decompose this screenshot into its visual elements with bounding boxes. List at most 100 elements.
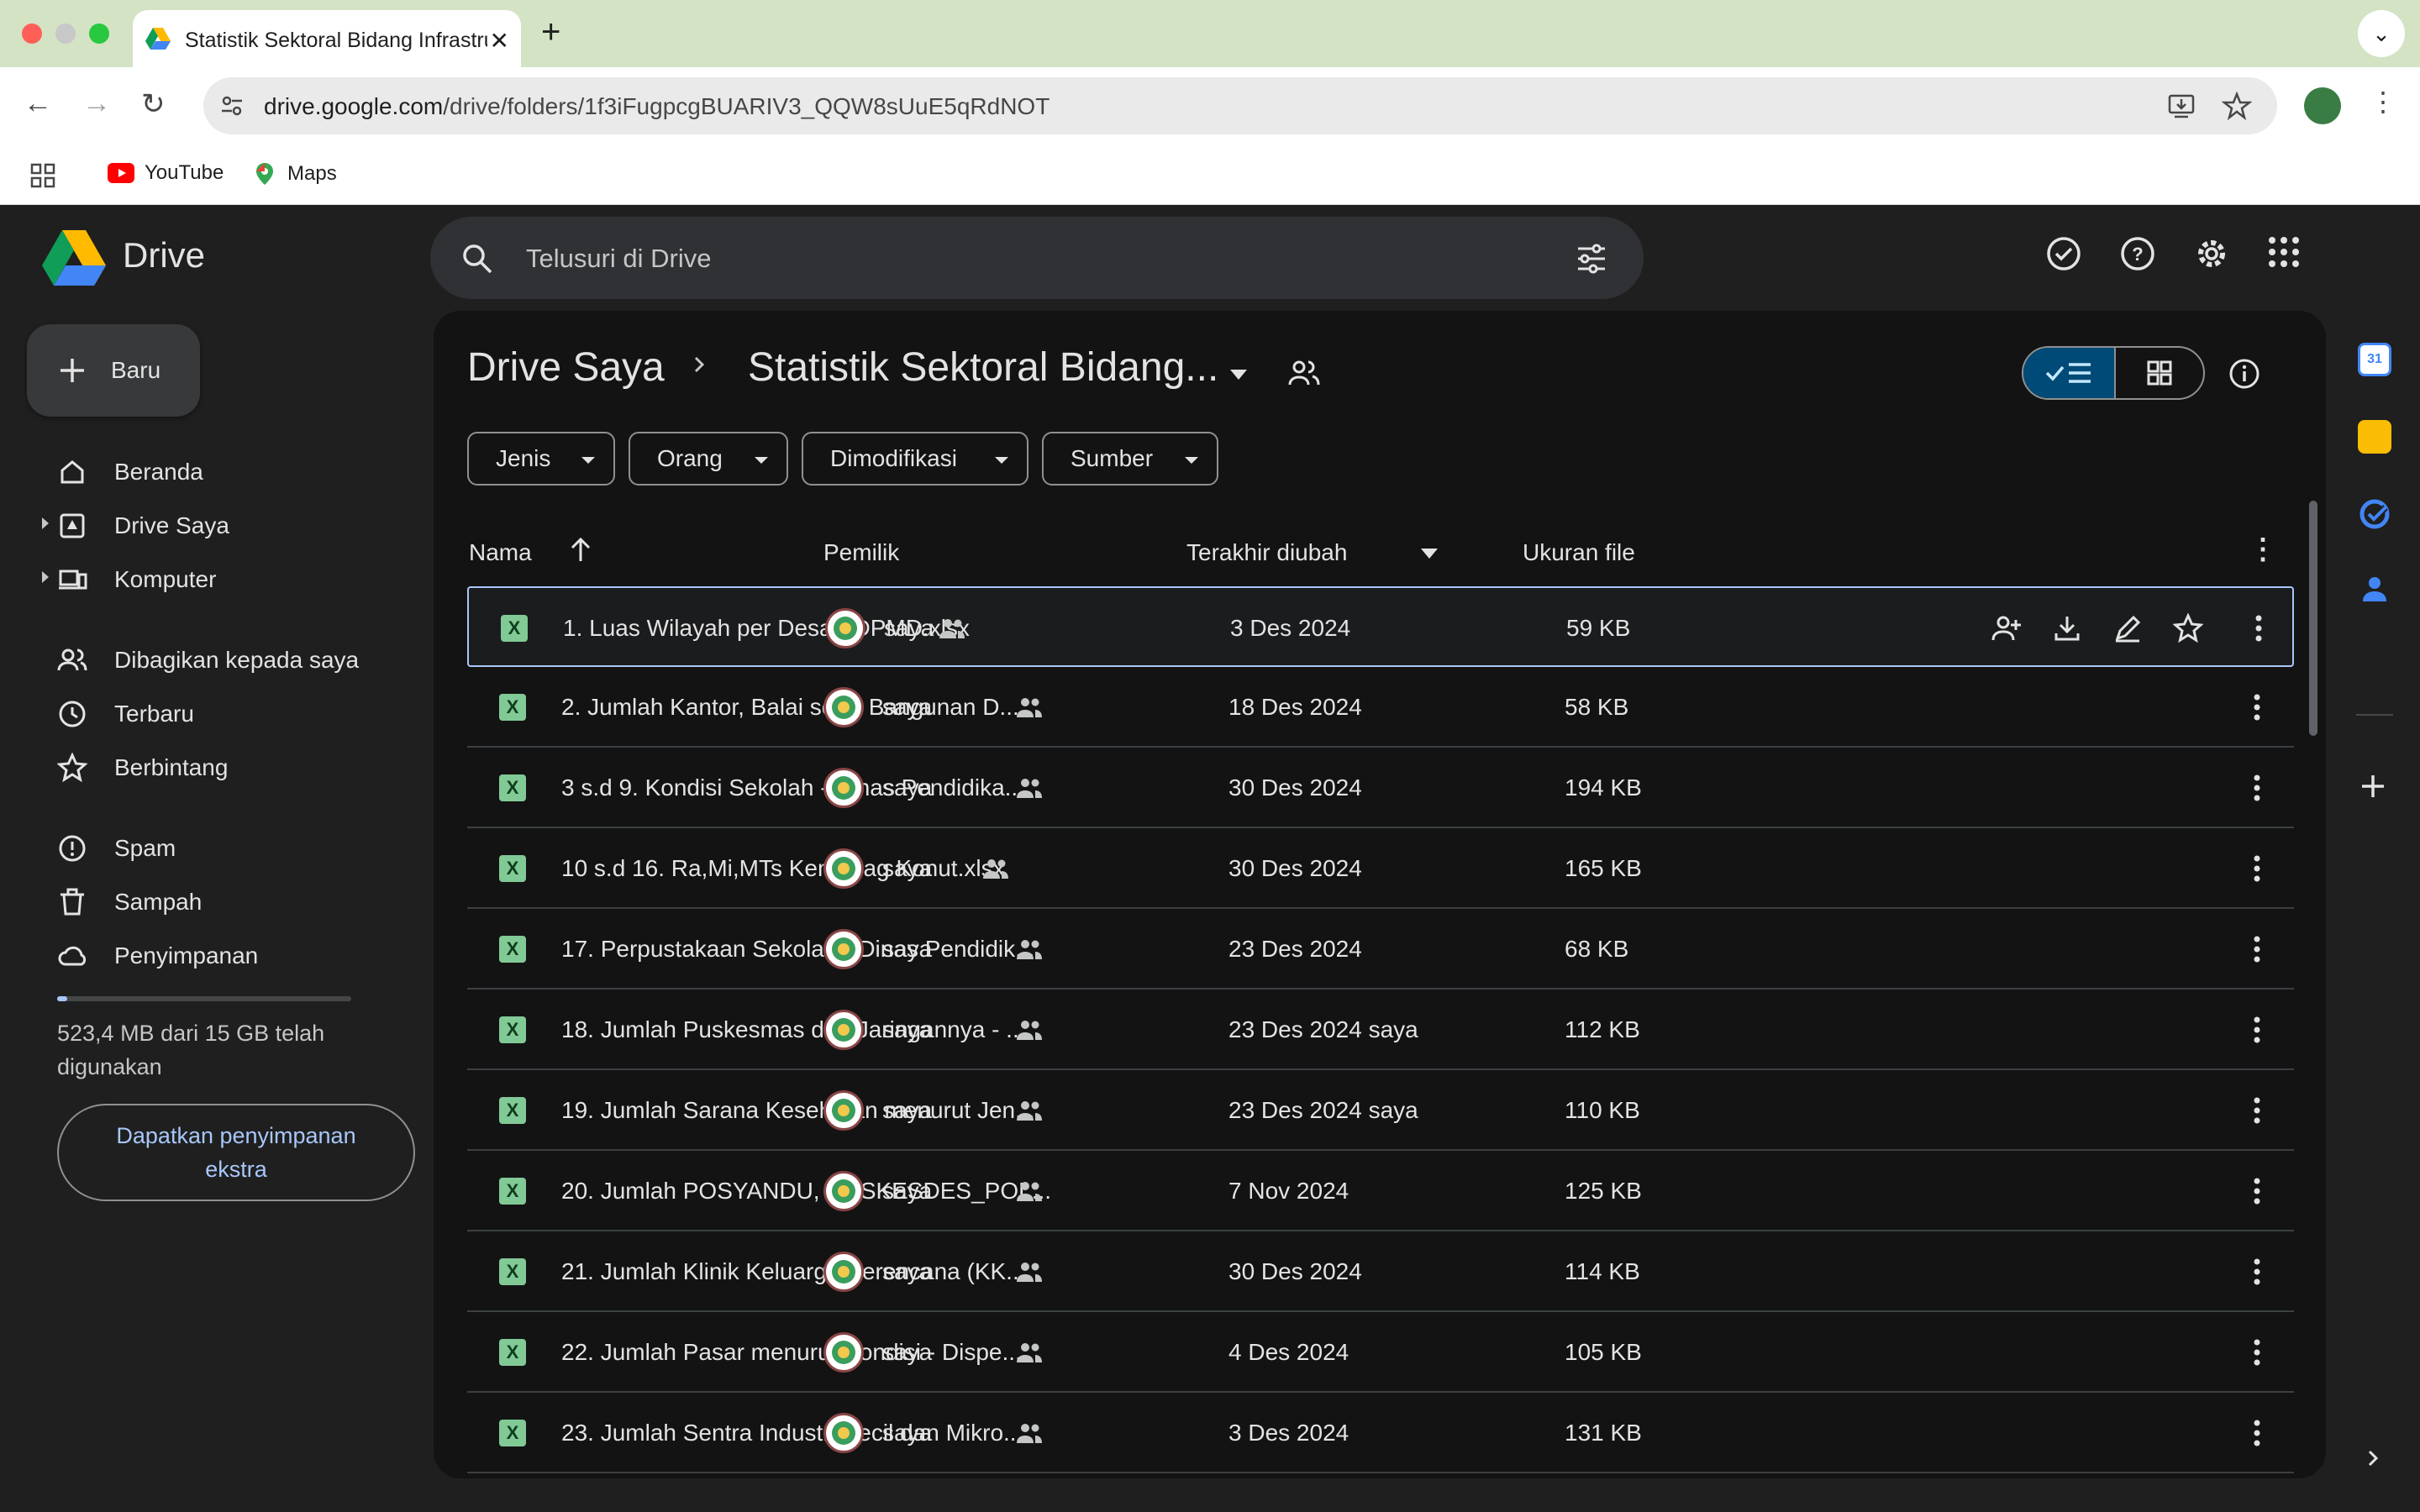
- google-apps-icon[interactable]: [2267, 235, 2301, 269]
- file-row[interactable]: X 23. Jumlah Sentra Industri Kecil dan Mi…: [467, 1393, 2294, 1473]
- view-toggle[interactable]: [2022, 346, 2205, 400]
- file-name[interactable]: 18. Jumlah Puskesmas dan Jaringannya - .…: [561, 1016, 1026, 1043]
- filter-sumber[interactable]: Sumber: [1042, 432, 1218, 486]
- file-name[interactable]: 22. Jumlah Pasar menurut Kondisi - Dispe…: [561, 1339, 1022, 1366]
- more-actions-icon[interactable]: [2252, 853, 2262, 884]
- file-row[interactable]: X 21. Jumlah Klinik Keluarga Berencana (K…: [467, 1231, 2294, 1312]
- sidebar-item-drive-saya[interactable]: Drive Saya: [0, 499, 420, 551]
- install-app-icon[interactable]: [2166, 91, 2196, 121]
- more-actions-icon[interactable]: [2252, 934, 2262, 964]
- file-row[interactable]: X 2. Jumlah Kantor, Balai serta Bangunan …: [467, 667, 2294, 748]
- column-size-header[interactable]: Ukuran file: [1523, 539, 1635, 566]
- sidebar-item-penyimpanan[interactable]: Penyimpanan: [0, 929, 420, 981]
- sidebar-item-berbintang[interactable]: Berbintang: [0, 741, 420, 793]
- back-icon[interactable]: ←: [24, 87, 52, 120]
- more-actions-icon[interactable]: [2252, 773, 2262, 803]
- bookmark-youtube[interactable]: YouTube: [108, 161, 224, 185]
- file-row[interactable]: X 19. Jumlah Sarana Kesehatan menurut Jen…: [467, 1070, 2294, 1151]
- file-row[interactable]: X 17. Perpustakaan Sekolah - Dinas Pendid…: [467, 909, 2294, 990]
- browser-tab[interactable]: Statistik Sektoral Bidang Infrastruktur …: [133, 10, 521, 69]
- minimize-window-button[interactable]: [55, 24, 76, 44]
- search-icon[interactable]: [460, 242, 494, 276]
- sort-dropdown-icon[interactable]: [1420, 548, 1439, 559]
- column-name-header[interactable]: Nama: [469, 539, 532, 566]
- breadcrumb-root[interactable]: Drive Saya: [467, 344, 665, 391]
- sidebar-item-spam[interactable]: Spam: [0, 822, 420, 874]
- file-name[interactable]: 19. Jumlah Sarana Kesehatan menurut Jen.…: [561, 1097, 1034, 1124]
- sidebar-item-beranda[interactable]: Beranda: [0, 445, 420, 497]
- sidebar-item-sampah[interactable]: Sampah: [0, 875, 420, 927]
- more-actions-icon[interactable]: [2252, 692, 2262, 722]
- get-more-storage-button[interactable]: Dapatkan penyimpanan ekstra: [57, 1104, 415, 1201]
- drive-logo-text[interactable]: Drive: [123, 235, 205, 276]
- column-options-icon[interactable]: ⋮: [2249, 533, 2277, 566]
- tasks-icon[interactable]: [2358, 497, 2391, 531]
- file-name[interactable]: 17. Perpustakaan Sekolah - Dinas Pendidi…: [561, 936, 1034, 963]
- forward-icon[interactable]: →: [82, 87, 111, 120]
- expand-panel-icon[interactable]: [2363, 1448, 2383, 1468]
- file-name[interactable]: 21. Jumlah Klinik Keluarga Berencana (KK…: [561, 1258, 1026, 1285]
- breadcrumb-current-folder[interactable]: Statistik Sektoral Bidang...: [748, 344, 1218, 391]
- reload-icon[interactable]: ↻: [141, 87, 166, 121]
- drive-logo-icon[interactable]: [42, 230, 106, 286]
- tab-search-button[interactable]: ⌄: [2358, 10, 2405, 57]
- help-icon[interactable]: ?: [2119, 235, 2156, 272]
- info-icon[interactable]: [2228, 358, 2260, 390]
- shared-folder-icon[interactable]: [1287, 358, 1321, 388]
- close-tab-icon[interactable]: ✕: [490, 27, 509, 55]
- address-bar[interactable]: drive.google.com/drive/folders/1f3iFugpc…: [203, 77, 2277, 134]
- search-input[interactable]: Telusuri di Drive: [526, 244, 712, 274]
- search-bar[interactable]: Telusuri di Drive: [430, 217, 1644, 299]
- site-info-icon[interactable]: [217, 91, 247, 121]
- file-row[interactable]: X 10 s.d 16. Ra,Mi,MTs Kemenag Konut.xlsx…: [467, 828, 2294, 909]
- more-actions-icon[interactable]: [2252, 1176, 2262, 1206]
- folder-menu-dropdown-icon[interactable]: [1228, 368, 1249, 381]
- file-row[interactable]: X 22. Jumlah Pasar menurut Kondisi - Disp…: [467, 1312, 2294, 1393]
- column-modified-header[interactable]: Terakhir diubah: [1186, 539, 1347, 566]
- filter-dimodifikasi[interactable]: Dimodifikasi: [802, 432, 1028, 486]
- more-actions-icon[interactable]: [2254, 613, 2264, 643]
- more-actions-icon[interactable]: [2252, 1257, 2262, 1287]
- bookmark-star-icon[interactable]: [2222, 91, 2252, 121]
- grid-view-button[interactable]: [2114, 348, 2203, 398]
- rename-pencil-icon[interactable]: [2112, 613, 2143, 643]
- sidebar-item-terbaru[interactable]: Terbaru: [0, 687, 420, 739]
- share-add-person-icon[interactable]: [1991, 613, 2022, 643]
- file-row[interactable]: X 1. Luas Wilayah per Desa - DPMD.xlsx say…: [467, 586, 2294, 667]
- new-button[interactable]: Baru: [27, 324, 200, 417]
- filter-orang[interactable]: Orang: [629, 432, 788, 486]
- browser-profile-avatar[interactable]: [2304, 87, 2341, 124]
- new-tab-button[interactable]: +: [541, 13, 560, 51]
- file-name[interactable]: 23. Jumlah Sentra Industri Kecil dan Mik…: [561, 1420, 1023, 1446]
- download-icon[interactable]: [2052, 613, 2082, 643]
- file-row[interactable]: X 18. Jumlah Puskesmas dan Jaringannya - …: [467, 990, 2294, 1070]
- keep-icon[interactable]: [2358, 420, 2391, 454]
- apps-grid-icon[interactable]: [30, 163, 55, 188]
- file-row[interactable]: X 20. Jumlah POSYANDU, POSKESDES_POL... sa…: [467, 1151, 2294, 1231]
- add-addon-icon[interactable]: [2360, 773, 2386, 800]
- file-name[interactable]: 3 s.d 9. Kondisi Sekolah - Dinas Pendidi…: [561, 774, 1024, 801]
- calendar-icon[interactable]: 31: [2358, 343, 2391, 376]
- bookmark-maps[interactable]: Maps: [252, 161, 337, 186]
- sort-ascending-icon[interactable]: [568, 536, 593, 564]
- more-actions-icon[interactable]: [2252, 1095, 2262, 1126]
- list-view-button[interactable]: [2023, 348, 2114, 398]
- file-list-scrollbar[interactable]: [2309, 501, 2317, 736]
- browser-menu-icon[interactable]: ⋮: [2370, 86, 2396, 118]
- contacts-icon[interactable]: [2358, 571, 2391, 605]
- more-actions-icon[interactable]: [2252, 1418, 2262, 1448]
- maximize-window-button[interactable]: [89, 24, 109, 44]
- file-name[interactable]: 2. Jumlah Kantor, Balai serta Bangunan D…: [561, 694, 1019, 721]
- file-name[interactable]: 20. Jumlah POSYANDU, POSKESDES_POL...: [561, 1178, 1051, 1205]
- expand-caret-icon[interactable]: [42, 571, 49, 583]
- close-window-button[interactable]: [22, 24, 42, 44]
- sidebar-item-komputer[interactable]: Komputer: [0, 553, 420, 605]
- search-options-icon[interactable]: [1575, 242, 1608, 276]
- more-actions-icon[interactable]: [2252, 1337, 2262, 1368]
- filter-jenis[interactable]: Jenis: [467, 432, 615, 486]
- add-star-icon[interactable]: [2173, 613, 2203, 643]
- settings-gear-icon[interactable]: [2193, 235, 2230, 272]
- sidebar-item-dibagikan[interactable]: Dibagikan kepada saya: [0, 633, 420, 685]
- file-row[interactable]: X 3 s.d 9. Kondisi Sekolah - Dinas Pendid…: [467, 748, 2294, 828]
- ready-offline-icon[interactable]: [2045, 235, 2082, 272]
